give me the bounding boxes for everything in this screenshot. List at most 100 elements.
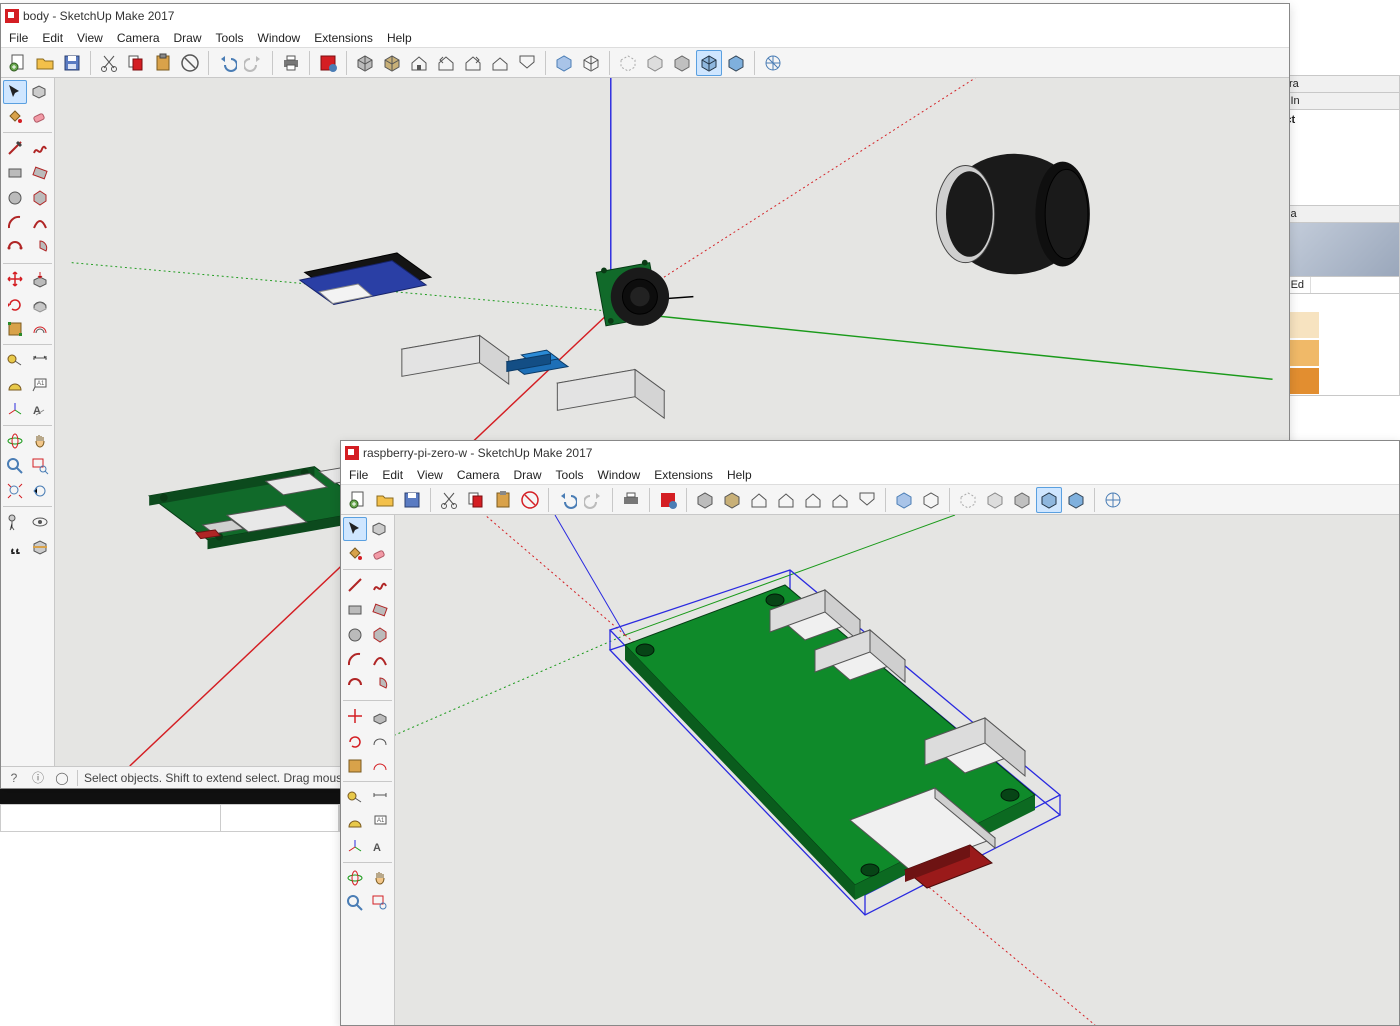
component-icon[interactable] bbox=[368, 517, 392, 541]
shaded-tex-icon[interactable] bbox=[719, 487, 745, 513]
print-icon[interactable] bbox=[278, 50, 304, 76]
eraser-icon[interactable] bbox=[28, 105, 52, 129]
text-tool-icon[interactable]: A1 bbox=[368, 810, 392, 834]
menu-view[interactable]: View bbox=[77, 31, 103, 45]
xray-icon[interactable] bbox=[551, 50, 577, 76]
line-tool-icon[interactable] bbox=[3, 136, 27, 160]
menu-file[interactable]: File bbox=[9, 31, 28, 45]
freehand-tool-icon[interactable] bbox=[368, 573, 392, 597]
open-file-icon[interactable] bbox=[372, 487, 398, 513]
menu-draw[interactable]: Draw bbox=[514, 468, 542, 482]
hidden-icon[interactable] bbox=[615, 50, 641, 76]
offset-tool-icon[interactable] bbox=[28, 317, 52, 341]
info-icon[interactable]: ⓘ bbox=[29, 769, 47, 787]
menu-help[interactable]: Help bbox=[387, 31, 412, 45]
walk-icon[interactable] bbox=[3, 535, 27, 559]
scale-tool-icon[interactable] bbox=[3, 317, 27, 341]
tape-measure-icon[interactable] bbox=[3, 348, 27, 372]
cut-icon[interactable] bbox=[436, 487, 462, 513]
shaded-tex-icon[interactable] bbox=[379, 50, 405, 76]
new-file-icon[interactable] bbox=[5, 50, 31, 76]
rotated-rect-icon[interactable] bbox=[28, 161, 52, 185]
swatch[interactable] bbox=[1320, 367, 1399, 395]
arc-tool-icon[interactable] bbox=[343, 648, 367, 672]
menu-file[interactable]: File bbox=[349, 468, 368, 482]
scene-fwd-icon[interactable] bbox=[460, 50, 486, 76]
shaded-icon[interactable] bbox=[352, 50, 378, 76]
swatch[interactable] bbox=[1320, 339, 1399, 367]
zoom-extents-icon[interactable] bbox=[3, 479, 27, 503]
print-icon[interactable] bbox=[618, 487, 644, 513]
scale-tool-icon[interactable] bbox=[343, 754, 367, 778]
select-tool-icon[interactable] bbox=[3, 80, 27, 104]
shaded2-icon[interactable] bbox=[1009, 487, 1035, 513]
menu-tools[interactable]: Tools bbox=[216, 31, 244, 45]
rotated-rect-icon[interactable] bbox=[368, 598, 392, 622]
pushpull-icon[interactable] bbox=[28, 267, 52, 291]
offset-tool-icon[interactable] bbox=[368, 754, 392, 778]
home-down-icon[interactable] bbox=[514, 50, 540, 76]
titlebar[interactable]: raspberry-pi-zero-w - SketchUp Make 2017 bbox=[341, 441, 1399, 465]
save-icon[interactable] bbox=[399, 487, 425, 513]
tex-icon[interactable] bbox=[723, 50, 749, 76]
paste-icon[interactable] bbox=[490, 487, 516, 513]
pie-tool-icon[interactable] bbox=[368, 673, 392, 697]
wire-icon[interactable] bbox=[918, 487, 944, 513]
scene-back-icon[interactable] bbox=[433, 50, 459, 76]
zoom-window-icon[interactable] bbox=[368, 891, 392, 915]
menu-extensions[interactable]: Extensions bbox=[654, 468, 713, 482]
followme-icon[interactable] bbox=[368, 729, 392, 753]
polygon-tool-icon[interactable] bbox=[368, 623, 392, 647]
model-info-icon[interactable] bbox=[315, 50, 341, 76]
menu-window[interactable]: Window bbox=[258, 31, 301, 45]
cut-icon[interactable] bbox=[96, 50, 122, 76]
home-icon[interactable] bbox=[406, 50, 432, 76]
menu-tools[interactable]: Tools bbox=[556, 468, 584, 482]
position-camera-icon[interactable] bbox=[3, 510, 27, 534]
shaded-icon[interactable] bbox=[692, 487, 718, 513]
axes-tool-icon[interactable] bbox=[343, 835, 367, 859]
copy-icon[interactable] bbox=[123, 50, 149, 76]
rectangle-tool-icon[interactable] bbox=[3, 161, 27, 185]
paste-icon[interactable] bbox=[150, 50, 176, 76]
wire-icon[interactable] bbox=[578, 50, 604, 76]
tape-measure-icon[interactable] bbox=[343, 785, 367, 809]
menu-help[interactable]: Help bbox=[727, 468, 752, 482]
menu-camera[interactable]: Camera bbox=[117, 31, 160, 45]
rotate-tool-icon[interactable] bbox=[3, 292, 27, 316]
zoom-window-icon[interactable] bbox=[28, 454, 52, 478]
shaded-edges-icon[interactable] bbox=[1036, 487, 1062, 513]
home-icon[interactable] bbox=[746, 487, 772, 513]
titlebar[interactable]: body - SketchUp Make 2017 bbox=[1, 4, 1289, 28]
help-icon[interactable]: ? bbox=[5, 769, 23, 787]
move-tool-icon[interactable] bbox=[343, 704, 367, 728]
orbit-icon[interactable] bbox=[343, 866, 367, 890]
3pt-arc-icon[interactable] bbox=[3, 236, 27, 260]
hidden-icon[interactable] bbox=[955, 487, 981, 513]
menu-camera[interactable]: Camera bbox=[457, 468, 500, 482]
axes-tool-icon[interactable] bbox=[3, 398, 27, 422]
save-icon[interactable] bbox=[59, 50, 85, 76]
swatch[interactable] bbox=[1320, 311, 1399, 339]
menu-edit[interactable]: Edit bbox=[42, 31, 63, 45]
redo-icon[interactable] bbox=[241, 50, 267, 76]
3pt-arc-icon[interactable] bbox=[343, 673, 367, 697]
delete-icon[interactable] bbox=[177, 50, 203, 76]
circle-tool-icon[interactable] bbox=[343, 623, 367, 647]
component-icon[interactable] bbox=[28, 80, 52, 104]
shaded2-icon[interactable] bbox=[669, 50, 695, 76]
rotate-tool-icon[interactable] bbox=[343, 729, 367, 753]
arc-tool-icon[interactable] bbox=[3, 211, 27, 235]
home-up-icon[interactable] bbox=[487, 50, 513, 76]
pie-tool-icon[interactable] bbox=[28, 236, 52, 260]
open-file-icon[interactable] bbox=[32, 50, 58, 76]
redo-icon[interactable] bbox=[581, 487, 607, 513]
3dtext-icon[interactable]: A bbox=[28, 398, 52, 422]
undo-icon[interactable] bbox=[554, 487, 580, 513]
scene-fwd-icon[interactable] bbox=[800, 487, 826, 513]
orbit-icon[interactable] bbox=[3, 429, 27, 453]
paint-bucket-icon[interactable] bbox=[343, 542, 367, 566]
globe-icon[interactable] bbox=[760, 50, 786, 76]
line-tool-icon[interactable] bbox=[343, 573, 367, 597]
delete-icon[interactable] bbox=[517, 487, 543, 513]
